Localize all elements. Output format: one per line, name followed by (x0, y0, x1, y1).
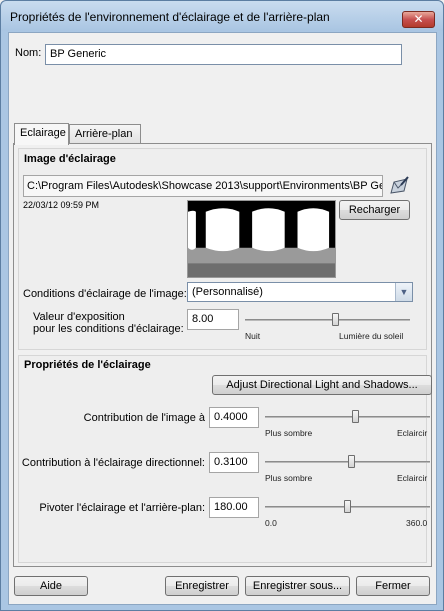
lighting-image-section-title: Image d'éclairage (24, 153, 116, 165)
rotate-max-label: 360.0 (406, 518, 428, 528)
image-contribution-slider-track[interactable] (265, 416, 430, 418)
directional-contribution-label: Contribution à l'éclairage directionnel: (21, 457, 205, 469)
directional-contribution-input[interactable]: 0.3100 (209, 452, 259, 473)
window-title: Propriétés de l'environnement d'éclairag… (10, 10, 330, 24)
browse-folder-icon[interactable] (388, 176, 410, 196)
exposure-min-label: Nuit (245, 331, 261, 341)
save-as-button[interactable]: Enregistrer sous... (245, 576, 350, 596)
conditions-selected-value: (Personnalisé) (192, 286, 263, 298)
title-bar[interactable]: Propriétés de l'environnement d'éclairag… (1, 1, 443, 31)
rotate-input[interactable]: 180.00 (209, 497, 259, 518)
rotate-label: Pivoter l'éclairage et l'arrière-plan: (39, 502, 205, 514)
help-button[interactable]: Aide (14, 576, 88, 596)
directional-contribution-slider-thumb[interactable] (348, 455, 356, 468)
close-button[interactable]: Fermer (356, 576, 430, 596)
exposure-slider-track[interactable] (245, 319, 410, 321)
lighting-properties-section-title: Propriétés de l'éclairage (24, 359, 151, 371)
name-label: Nom: (15, 47, 42, 59)
exposure-input[interactable]: 8.00 (187, 309, 239, 330)
rotate-min-label: 0.0 (265, 518, 277, 528)
dialog-body: Nom: BP Generic Eclairage Arrière-plan I… (8, 32, 437, 605)
image-path-field[interactable]: C:\Program Files\Autodesk\Showcase 2013\… (23, 175, 383, 197)
environment-preview-image (187, 200, 336, 278)
exposure-label: Valeur d'exposition pour les conditions … (33, 311, 184, 335)
close-window-button[interactable]: ✕ (402, 11, 435, 28)
lighting-properties-section: Propriétés de l'éclairage Adjust Directi… (18, 355, 432, 563)
exposure-slider-thumb[interactable] (331, 313, 339, 326)
tab-panel-eclairage: Image d'éclairage C:\Program Files\Autod… (13, 143, 432, 567)
lighting-image-section: Image d'éclairage C:\Program Files\Autod… (18, 148, 427, 350)
exposure-label-line2: pour les conditions d'éclairage: (33, 323, 184, 335)
conditions-select[interactable]: (Personnalisé) ▼ (187, 282, 413, 302)
directional-contribution-min-label: Plus sombre (265, 473, 313, 483)
rotate-slider-thumb[interactable] (343, 500, 351, 513)
chevron-down-icon[interactable]: ▼ (395, 283, 412, 301)
directional-contribution-max-label: Eclaircir (397, 473, 428, 483)
conditions-label: Conditions d'éclairage de l'image: (23, 288, 187, 300)
reload-button[interactable]: Recharger (339, 200, 410, 220)
tab-arriere-plan[interactable]: Arrière-plan (69, 124, 141, 144)
image-contribution-min-label: Plus sombre (265, 428, 313, 438)
image-contribution-label: Contribution de l'image à (83, 412, 205, 424)
image-contribution-max-label: Eclaircir (397, 428, 428, 438)
adjust-directional-light-button[interactable]: Adjust Directional Light and Shadows... (212, 375, 432, 395)
tab-eclairage[interactable]: Eclairage (14, 123, 69, 145)
image-contribution-slider-thumb[interactable] (351, 410, 359, 423)
dialog-window: Propriétés de l'environnement d'éclairag… (0, 0, 444, 611)
image-contribution-input[interactable]: 0.4000 (209, 407, 259, 428)
exposure-label-line1: Valeur d'exposition (33, 311, 125, 323)
exposure-max-label: Lumière du soleil (339, 331, 404, 341)
image-date: 22/03/12 09:59 PM (23, 200, 100, 210)
save-button[interactable]: Enregistrer (165, 576, 239, 596)
name-field[interactable]: BP Generic (45, 44, 402, 65)
